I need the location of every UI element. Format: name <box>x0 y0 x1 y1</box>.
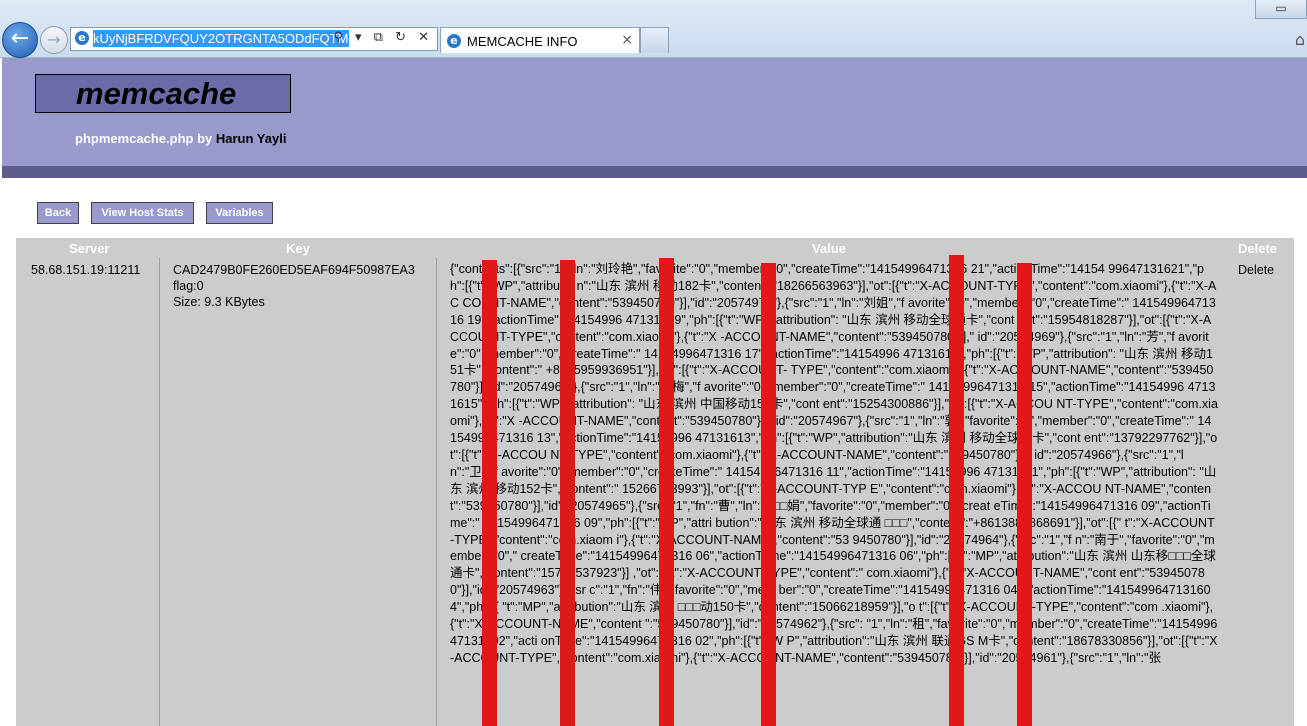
browser-forward-button[interactable]: → <box>40 26 68 54</box>
byline: phpmemcache.php by Harun Yayli <box>75 131 286 146</box>
cell-flag: flag:0 <box>173 279 204 293</box>
redaction-bar <box>1017 263 1032 726</box>
browser-back-button[interactable]: ← <box>2 22 38 58</box>
header-value: Value <box>812 241 846 256</box>
tab-memcache-info[interactable]: e MEMCACHE INFO × <box>440 27 640 53</box>
variables-button[interactable]: Variables <box>206 202 273 224</box>
column-divider <box>159 258 160 726</box>
redaction-bar <box>761 263 776 726</box>
redaction-bar <box>949 255 964 726</box>
byline-prefix: phpmemcache.php by <box>75 131 216 146</box>
browser-toolbar: ← → e kUyNjBFRDVFQUY2OTRGNTA5ODdFQTM= ⚲ … <box>0 0 1307 58</box>
back-arrow-icon: ← <box>10 26 30 51</box>
logo-text: memcache <box>76 76 237 111</box>
forward-arrow-icon: → <box>47 30 61 49</box>
tab-favicon-icon: e <box>447 34 461 48</box>
header-key: Key <box>286 241 310 256</box>
ie-favicon-icon: e <box>75 31 89 45</box>
header-server: Server <box>69 241 110 256</box>
view-host-stats-button[interactable]: View Host Stats <box>91 202 194 224</box>
home-icon[interactable]: ⌂ <box>1295 30 1305 49</box>
window-restore-button[interactable]: ▭ <box>1255 0 1307 19</box>
cell-server: 58.68.151.19:11211 <box>31 263 141 277</box>
tab-close-icon[interactable]: × <box>621 32 633 48</box>
address-tools-icons[interactable]: ⚲ ▾ ⧉ ↻ ✕ <box>333 30 433 45</box>
tab-title: MEMCACHE INFO <box>467 34 578 49</box>
cell-size: Size: 9.3 KBytes <box>173 295 265 309</box>
header-delete: Delete <box>1238 241 1278 256</box>
redaction-bar <box>482 260 497 726</box>
address-bar[interactable]: e kUyNjBFRDVFQUY2OTRGNTA5ODdFQTM= ⚲ ▾ ⧉ … <box>70 27 438 51</box>
logo-box: memcache <box>35 74 291 113</box>
header-divider-bar <box>2 166 1307 178</box>
byline-author: Harun Yayli <box>215 131 287 146</box>
address-url-text[interactable]: kUyNjBFRDVFQUY2OTRGNTA5ODdFQTM= <box>93 30 349 47</box>
new-tab-button[interactable] <box>640 27 669 53</box>
redaction-bar <box>560 260 575 726</box>
memcache-table: Server Key Value Delete 58.68.151.19:112… <box>16 238 1294 726</box>
redaction-bar <box>659 258 674 726</box>
back-button[interactable]: Back <box>37 202 79 224</box>
page-header: memcache phpmemcache.php by Harun Yayli <box>2 58 1307 166</box>
column-divider <box>436 258 437 726</box>
delete-link[interactable]: Delete <box>1238 263 1274 277</box>
cell-key[interactable]: CAD2479B0FE260ED5EAF694F50987EA3 <box>173 263 415 277</box>
